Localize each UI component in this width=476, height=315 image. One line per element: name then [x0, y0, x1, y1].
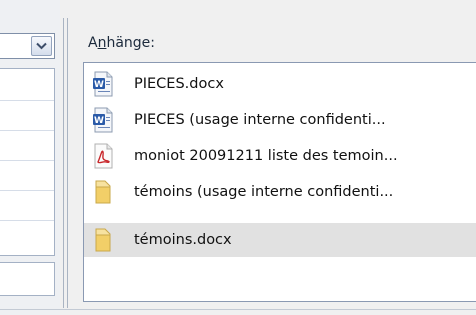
attachments-label: Anhänge: [88, 35, 155, 51]
bottom-divider [0, 309, 476, 310]
label-part: hänge: [106, 35, 155, 51]
attachment-item[interactable]: W PIECES (usage interne confidenti... [84, 103, 476, 137]
svg-text:W: W [94, 116, 104, 126]
field-dropdown[interactable] [0, 33, 55, 59]
svg-text:W: W [94, 80, 104, 90]
list-row[interactable] [0, 69, 54, 101]
list-row[interactable] [0, 161, 54, 191]
list-row[interactable] [0, 131, 54, 161]
attachment-name: PIECES (usage interne confidenti... [134, 112, 386, 128]
list-row[interactable] [0, 191, 54, 221]
list-row[interactable] [0, 221, 54, 251]
attachment-item[interactable]: témoins (usage interne confidenti... [84, 175, 476, 209]
folder-icon [95, 228, 111, 252]
folder-icon [95, 180, 111, 204]
panel-splitter[interactable] [63, 18, 68, 308]
attachment-item[interactable]: W PIECES.docx [84, 67, 476, 101]
dropdown-button[interactable] [31, 36, 52, 56]
word-document-icon: W [93, 107, 113, 133]
pdf-document-icon [94, 143, 113, 169]
label-part: A [88, 35, 98, 51]
attachment-name: témoins.docx [134, 232, 232, 248]
left-list[interactable] [0, 68, 55, 256]
list-row[interactable] [0, 101, 54, 131]
attachment-name: moniot 20091211 liste des temoin... [134, 148, 398, 164]
attachment-name: PIECES.docx [134, 76, 224, 92]
attachment-item[interactable]: moniot 20091211 liste des temoin... [84, 139, 476, 173]
attachments-list[interactable]: W PIECES.docx W PIECES (usage interne co… [83, 62, 476, 302]
left-text-field[interactable] [0, 262, 55, 296]
word-document-icon: W [93, 71, 113, 97]
chevron-down-icon [36, 42, 47, 50]
attachment-name: témoins (usage interne confidenti... [134, 184, 394, 200]
left-panel [0, 0, 60, 315]
attachment-item-selected[interactable]: témoins.docx [84, 223, 476, 257]
